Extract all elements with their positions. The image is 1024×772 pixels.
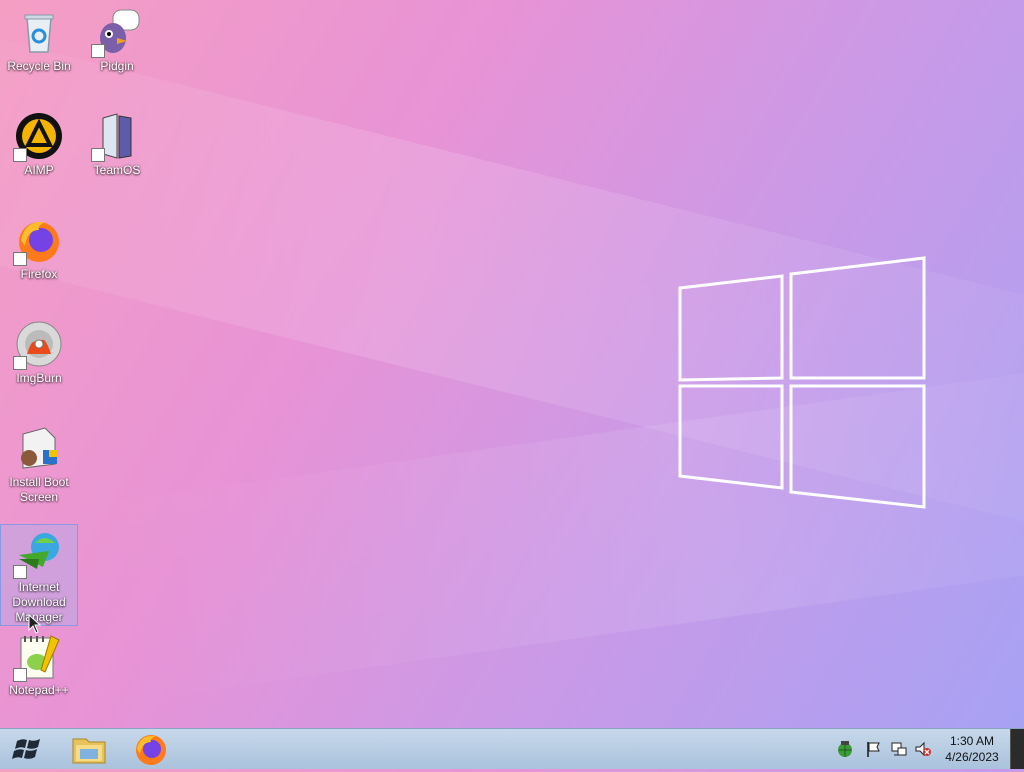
desktop-icon-label: Install Boot Screen (9, 475, 69, 504)
shortcut-arrow-icon (13, 356, 27, 370)
desktop-icon-label: Firefox (20, 267, 58, 281)
volume-muted-icon[interactable] (914, 740, 932, 758)
desktop-icon-firefox[interactable]: Firefox (1, 212, 77, 282)
start-orb-icon (12, 739, 40, 759)
imgburn-icon (13, 320, 63, 370)
network-icon[interactable] (890, 740, 908, 758)
desktop-icon-idm[interactable]: Internet Download Manager (0, 524, 78, 626)
desktop-icon-notepadpp[interactable]: Notepad++ (1, 628, 77, 698)
desktop-icon-aimp[interactable]: AIMP (1, 108, 77, 178)
pidgin-icon (91, 8, 141, 58)
shortcut-arrow-icon (13, 252, 27, 266)
action-center-flag-icon[interactable] (864, 740, 882, 758)
desktop-icon-label: Notepad++ (9, 683, 69, 697)
notepadpp-icon (13, 632, 63, 682)
firefox-icon (13, 216, 63, 266)
taskbar: 1:30 AM 4/26/2023 (0, 728, 1024, 769)
shortcut-arrow-icon (91, 148, 105, 162)
desktop-icon-teamos[interactable]: TeamOS (79, 108, 155, 178)
clock-time: 1:30 AM (949, 734, 995, 748)
desktop-icon-install-boot-screen[interactable]: Install Boot Screen (1, 420, 77, 505)
install-boot-screen-icon (15, 424, 63, 472)
desktop-icon-recycle-bin[interactable]: Recycle Bin (1, 4, 77, 74)
taskbar-firefox[interactable] (128, 731, 174, 767)
desktop-icon-label: Recycle Bin (7, 59, 71, 73)
show-desktop-button[interactable] (1010, 729, 1024, 769)
network-globe-icon[interactable] (836, 740, 854, 758)
teamos-icon (91, 112, 141, 162)
file-explorer-icon (72, 738, 106, 764)
firefox-icon (136, 735, 166, 765)
shortcut-arrow-icon (13, 565, 27, 579)
aimp-icon (13, 112, 63, 162)
shortcut-arrow-icon (13, 668, 27, 682)
desktop-icon-label: TeamOS (93, 163, 141, 177)
taskbar-file-explorer[interactable] (66, 731, 112, 767)
shortcut-arrow-icon (91, 44, 105, 58)
desktop-icon-imgburn[interactable]: ImgBurn (1, 316, 77, 386)
clock-date: 4/26/2023 (945, 750, 999, 764)
desktop-icon-label: AIMP (24, 163, 54, 177)
desktop-icon-label: Pidgin (100, 59, 134, 73)
recycle-bin-icon (15, 8, 63, 56)
windows-logo-wallpaper (678, 256, 926, 509)
desktop-icon-label: ImgBurn (16, 371, 62, 385)
idm-icon (13, 529, 63, 579)
start-button[interactable] (8, 733, 48, 765)
desktop-icon-pidgin[interactable]: Pidgin (79, 4, 155, 74)
system-clock[interactable]: 1:30 AM 4/26/2023 (936, 733, 1008, 765)
shortcut-arrow-icon (13, 148, 27, 162)
mouse-cursor-icon (28, 614, 42, 634)
